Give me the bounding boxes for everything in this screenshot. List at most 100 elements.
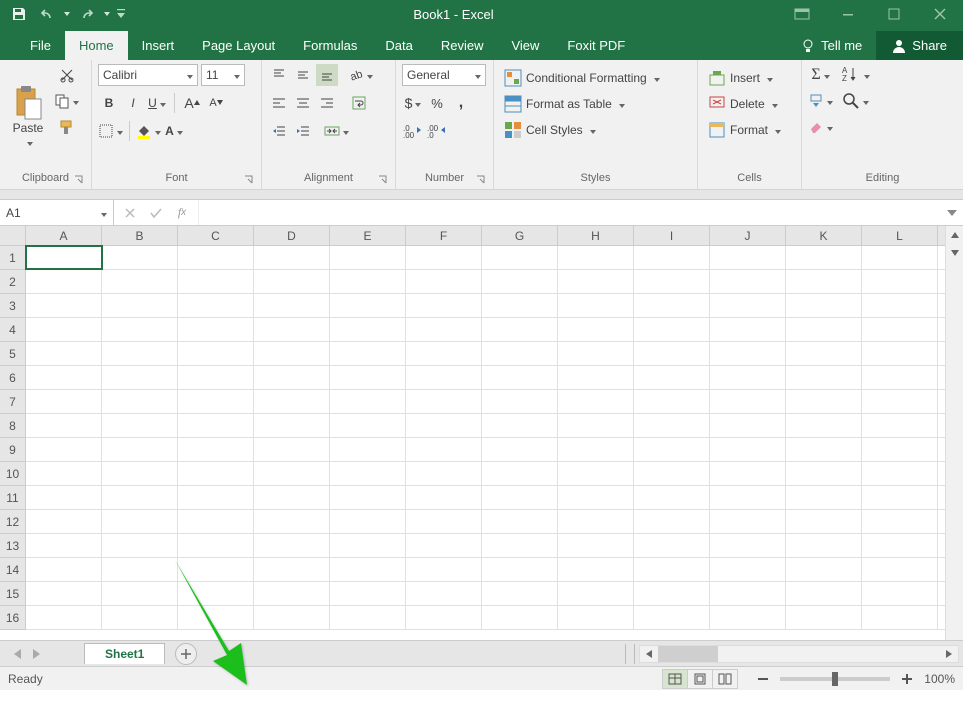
cell[interactable] xyxy=(254,462,330,485)
cell[interactable] xyxy=(482,294,558,317)
column-header[interactable]: C xyxy=(178,226,254,245)
cell[interactable] xyxy=(862,462,938,485)
column-header[interactable]: G xyxy=(482,226,558,245)
cell[interactable] xyxy=(102,510,178,533)
cell[interactable] xyxy=(710,294,786,317)
minimize-button[interactable] xyxy=(825,0,871,28)
cell[interactable] xyxy=(102,582,178,605)
cell[interactable] xyxy=(254,510,330,533)
find-select-button[interactable] xyxy=(841,90,870,112)
cell[interactable] xyxy=(102,390,178,413)
cell[interactable] xyxy=(26,438,102,461)
qat-customize[interactable] xyxy=(114,2,128,26)
cell[interactable] xyxy=(26,510,102,533)
cell[interactable] xyxy=(254,318,330,341)
cell[interactable] xyxy=(558,246,634,269)
cell[interactable] xyxy=(102,246,178,269)
cell[interactable] xyxy=(406,390,482,413)
cell[interactable] xyxy=(102,486,178,509)
cell[interactable] xyxy=(254,558,330,581)
row-header[interactable]: 4 xyxy=(0,318,25,342)
cell[interactable] xyxy=(634,318,710,341)
cell[interactable] xyxy=(634,414,710,437)
font-name-select[interactable]: Calibri xyxy=(98,64,198,86)
cell[interactable] xyxy=(178,582,254,605)
cell[interactable] xyxy=(558,318,634,341)
cell[interactable] xyxy=(406,270,482,293)
row-header[interactable]: 12 xyxy=(0,510,25,534)
cell[interactable] xyxy=(786,390,862,413)
cell[interactable] xyxy=(710,582,786,605)
tab-formulas[interactable]: Formulas xyxy=(289,31,371,60)
cell[interactable] xyxy=(634,558,710,581)
cell[interactable] xyxy=(482,582,558,605)
cell[interactable] xyxy=(178,510,254,533)
cell[interactable] xyxy=(178,606,254,629)
row-header[interactable]: 13 xyxy=(0,534,25,558)
cell[interactable] xyxy=(634,486,710,509)
cell[interactable] xyxy=(330,318,406,341)
cell[interactable] xyxy=(406,510,482,533)
increase-indent-button[interactable] xyxy=(292,120,314,142)
cell[interactable] xyxy=(330,414,406,437)
cell[interactable] xyxy=(482,558,558,581)
cell[interactable] xyxy=(102,366,178,389)
insert-function-button[interactable]: fx xyxy=(172,203,192,223)
cell[interactable] xyxy=(178,486,254,509)
orientation-button[interactable]: ab xyxy=(348,64,373,86)
formula-input[interactable] xyxy=(199,200,941,225)
tab-foxit-pdf[interactable]: Foxit PDF xyxy=(553,31,639,60)
cell[interactable] xyxy=(558,534,634,557)
align-right-button[interactable] xyxy=(316,92,338,114)
cell[interactable] xyxy=(254,342,330,365)
page-layout-view-button[interactable] xyxy=(687,669,713,689)
cell[interactable] xyxy=(330,534,406,557)
undo-dropdown[interactable] xyxy=(62,12,72,16)
insert-cells-button[interactable]: Insert xyxy=(704,66,795,90)
cell[interactable] xyxy=(482,438,558,461)
column-header[interactable]: H xyxy=(558,226,634,245)
cell[interactable] xyxy=(406,246,482,269)
cell[interactable] xyxy=(558,342,634,365)
cell[interactable] xyxy=(178,534,254,557)
cell[interactable] xyxy=(406,606,482,629)
cell[interactable] xyxy=(102,342,178,365)
maximize-button[interactable] xyxy=(871,0,917,28)
tab-insert[interactable]: Insert xyxy=(128,31,189,60)
cell[interactable] xyxy=(330,270,406,293)
tab-review[interactable]: Review xyxy=(427,31,498,60)
fill-color-button[interactable] xyxy=(136,120,161,142)
column-header[interactable]: D xyxy=(254,226,330,245)
cell[interactable] xyxy=(710,366,786,389)
scroll-up-button[interactable] xyxy=(946,226,963,244)
tab-view[interactable]: View xyxy=(497,31,553,60)
tell-me[interactable]: Tell me xyxy=(787,31,876,60)
cell[interactable] xyxy=(710,390,786,413)
column-header[interactable]: E xyxy=(330,226,406,245)
cell[interactable] xyxy=(634,582,710,605)
italic-button[interactable]: I xyxy=(122,92,144,114)
cell[interactable] xyxy=(254,606,330,629)
cell[interactable] xyxy=(862,510,938,533)
cell[interactable] xyxy=(26,462,102,485)
cell[interactable] xyxy=(406,318,482,341)
merge-center-button[interactable] xyxy=(324,120,349,142)
expand-formula-bar[interactable] xyxy=(941,200,963,225)
cell[interactable] xyxy=(558,270,634,293)
cell[interactable] xyxy=(558,582,634,605)
cell[interactable] xyxy=(26,294,102,317)
row-header[interactable]: 15 xyxy=(0,582,25,606)
cell[interactable] xyxy=(862,558,938,581)
cell[interactable] xyxy=(558,294,634,317)
number-format-select[interactable]: General xyxy=(402,64,486,86)
cell[interactable] xyxy=(330,390,406,413)
scroll-left-button[interactable] xyxy=(640,646,658,662)
row-header[interactable]: 11 xyxy=(0,486,25,510)
share-button[interactable]: Share xyxy=(876,31,963,60)
enter-formula-button[interactable] xyxy=(146,203,166,223)
cell[interactable] xyxy=(634,270,710,293)
cell[interactable] xyxy=(178,270,254,293)
cell[interactable] xyxy=(330,294,406,317)
row-header[interactable]: 1 xyxy=(0,246,25,270)
row-header[interactable]: 16 xyxy=(0,606,25,630)
